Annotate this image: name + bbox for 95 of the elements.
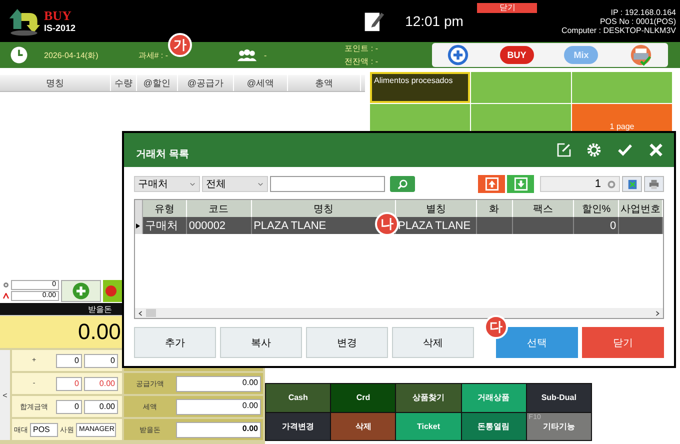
confirm-button[interactable] — [616, 142, 634, 158]
date-label: 2026-04-14(화) — [44, 50, 98, 60]
column-header: 수량 — [111, 75, 137, 91]
system-info-line: Computer : DESKTOP-NLKM3V — [561, 26, 676, 35]
upload-button[interactable] — [478, 175, 505, 193]
amount-field: 0.00 — [176, 422, 261, 438]
dialog-title: 거래처 목록 — [136, 148, 189, 161]
system-info-line: POS No : 0001(POS) — [600, 17, 676, 26]
row-header-corner — [135, 200, 143, 217]
amount-field: 0 — [84, 354, 118, 368]
page-number: 1 — [594, 178, 601, 190]
scroll-right-icon — [655, 310, 660, 316]
column-header: 화 — [476, 200, 513, 217]
column-header: 총액 — [288, 75, 361, 91]
quantity-field: 0 — [56, 354, 82, 368]
function-button[interactable]: 삭제 — [331, 412, 396, 440]
search-button[interactable] — [390, 176, 415, 192]
category-tile[interactable]: Alimentos procesados — [370, 72, 470, 103]
column-header: @할인 — [137, 75, 178, 91]
amount-field: 0.00 — [176, 398, 261, 414]
amount-due-label: 받을돈 — [88, 304, 112, 314]
column-header: 별칭 — [396, 200, 477, 217]
scope-dropdown[interactable]: 전체 — [202, 176, 268, 192]
close-button[interactable]: 닫기 — [582, 327, 664, 358]
clock-time: 12:01 pm — [405, 13, 464, 29]
close-button[interactable] — [648, 142, 664, 158]
amount-field: 0.00 — [84, 400, 118, 414]
close-icon — [648, 142, 664, 158]
balance-label: 전잔액 : - — [344, 56, 378, 67]
page-field[interactable]: 1 — [540, 176, 620, 192]
chevron-icon — [257, 182, 264, 186]
table-cell: 0 — [574, 217, 620, 234]
excel-button[interactable] — [622, 176, 642, 192]
amount-field: 0.00 — [84, 376, 118, 390]
column-header: 유형 — [143, 200, 187, 217]
function-button[interactable]: 상품찾기 — [396, 384, 461, 412]
function-button[interactable]: Sub-Dual — [526, 384, 591, 412]
upload-icon — [484, 177, 498, 191]
row-pointer-icon — [135, 222, 141, 230]
customer-label: - — [264, 50, 267, 60]
function-button[interactable]: Cash — [266, 384, 330, 412]
caret-icon — [3, 293, 9, 299]
column-header: @세액 — [234, 75, 288, 91]
counter-field[interactable]: POS — [30, 422, 58, 436]
column-header: 팩스 — [512, 200, 574, 217]
points-label: 포인트 : - — [344, 43, 378, 54]
edit-icon — [556, 142, 572, 158]
plus-circle-icon — [72, 282, 90, 300]
horizontal-scrollbar[interactable] — [135, 308, 663, 318]
printer-icon — [648, 178, 660, 190]
type-dropdown[interactable]: 구매처 — [134, 176, 200, 192]
table-cell: PLAZA TLANE — [396, 217, 477, 234]
dialog-button[interactable]: 삭제 — [392, 327, 474, 358]
download-icon — [514, 177, 528, 191]
people-icon — [236, 48, 258, 62]
quantity-field: 0 — [56, 376, 82, 390]
logo-title: BUY — [44, 8, 72, 24]
amount-field: 0.00 — [176, 376, 261, 392]
tax-number-label: 과세# : - — [138, 50, 168, 60]
download-button[interactable] — [507, 175, 534, 193]
function-button[interactable]: 돈통열림 — [462, 412, 526, 440]
table-cell: 구매처 — [143, 217, 187, 234]
function-button[interactable]: 가격변경 — [266, 412, 330, 440]
add-item-button[interactable] — [61, 280, 101, 302]
print-button[interactable] — [628, 44, 653, 66]
column-header: 사업번호 — [619, 200, 663, 217]
chevron-icon — [189, 182, 196, 186]
search-icon — [397, 178, 408, 190]
dialog-button[interactable]: 추가 — [134, 327, 216, 358]
column-header: 명칭 — [0, 75, 111, 91]
spreadsheet-icon — [626, 178, 638, 190]
table-cell: 000002 — [186, 217, 252, 234]
scroll-left-icon — [138, 310, 143, 316]
annotation-badge: 가 — [168, 33, 192, 57]
scrollbar-thumb[interactable] — [146, 309, 156, 317]
print-button[interactable] — [644, 176, 664, 192]
column-header: @공급가 — [178, 75, 234, 91]
buy-button[interactable]: BUY — [500, 46, 534, 64]
amount-due-value: 0.00 — [78, 319, 121, 345]
column-header: 할인% — [574, 200, 620, 217]
dialog-button[interactable]: 복사 — [220, 327, 302, 358]
system-info-line: IP : 192.168.0.164 — [610, 8, 676, 17]
circle-icon — [105, 284, 117, 296]
column-header: 명칭 — [252, 200, 396, 217]
close-button[interactable]: 닫기 — [477, 3, 538, 13]
search-field[interactable] — [270, 176, 385, 192]
function-button[interactable]: Crd — [331, 384, 396, 412]
edit-button[interactable] — [556, 142, 572, 158]
clock-icon — [10, 46, 28, 64]
check-icon — [616, 142, 634, 158]
quantity-field: 0 — [56, 400, 82, 414]
dialog-button[interactable]: 변경 — [306, 327, 388, 358]
column-header: 코드 — [186, 200, 252, 217]
add-button[interactable] — [447, 44, 470, 66]
logo-subtitle: IS-2012 — [44, 24, 76, 34]
